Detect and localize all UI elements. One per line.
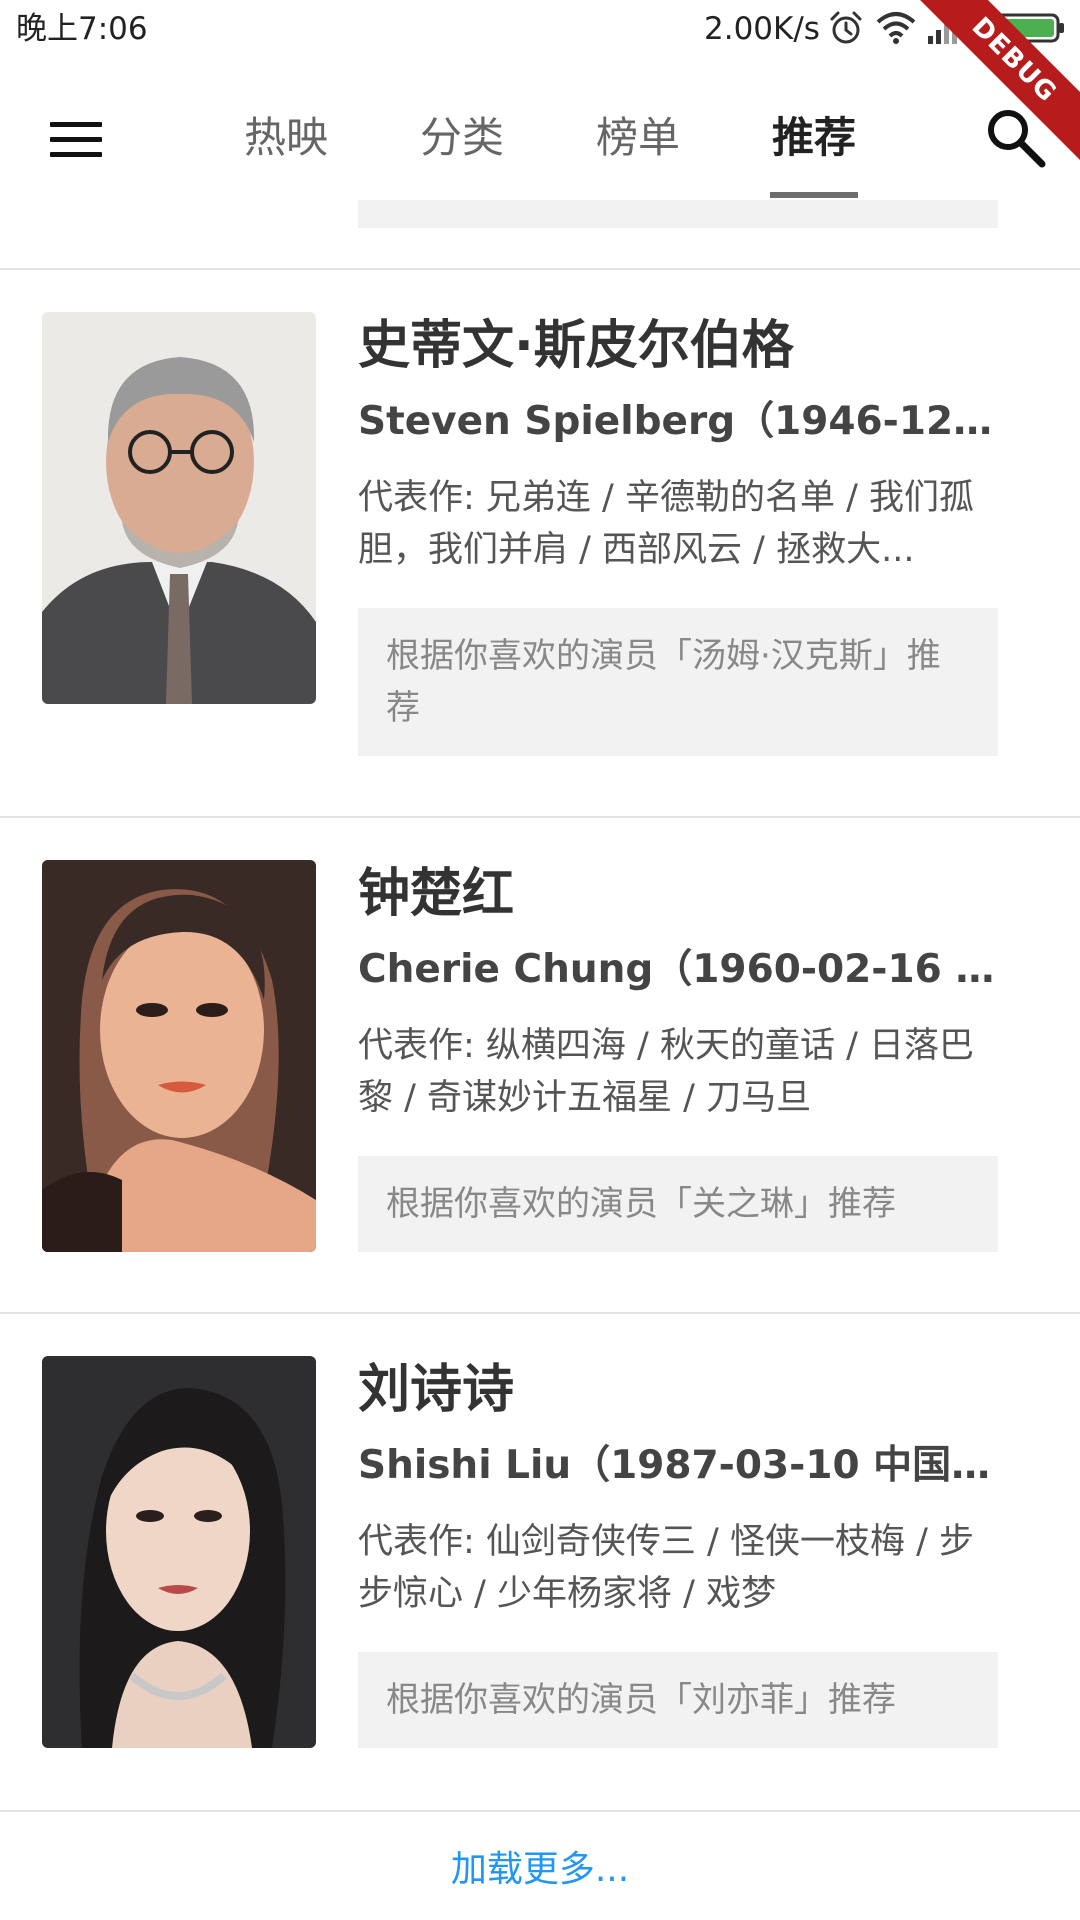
representative-works: 代表作: 兄弟连 / 辛德勒的名单 / 我们孤胆，我们并肩 / 西部风云 / 拯…: [358, 478, 975, 570]
recommendation-reason: 根据你喜欢的演员「汤姆·汉克斯」推荐: [358, 608, 998, 756]
actor-info: 史蒂文·斯皮尔伯格 Steven Spielberg（1946-12-1... …: [358, 310, 998, 756]
tab-rankings[interactable]: 榜单: [578, 90, 698, 186]
status-bar: 晚上7:06 2.00K/s: [0, 0, 1080, 60]
app-bar: 热映 分类 榜单 推荐: [0, 60, 1080, 200]
actor-photo: [42, 312, 316, 704]
actor-name-en: Shishi Liu（1987-03-10 中国,...: [358, 1443, 998, 1488]
divider: [0, 816, 1080, 818]
network-speed: 2.00K/s: [704, 11, 820, 47]
actor-photo: [42, 860, 316, 1252]
alarm-icon: [830, 11, 862, 44]
divider: [0, 1312, 1080, 1314]
app-screen: 晚上7:06 2.00K/s 热映 分类 榜单 推荐 DEBUG 史蒂文·斯皮尔…: [0, 0, 1080, 1920]
recommendation-reason: 根据你喜欢的演员「关之琳」推荐: [358, 1156, 998, 1252]
list-item[interactable]: 史蒂文·斯皮尔伯格 Steven Spielberg（1946-12-1... …: [0, 310, 1080, 756]
recommendation-list[interactable]: 史蒂文·斯皮尔伯格 Steven Spielberg（1946-12-1... …: [0, 200, 1080, 1920]
actor-name-cn: 刘诗诗: [358, 1360, 515, 1420]
actor-name-en: Cherie Chung（1960-02-16 中...: [358, 947, 998, 992]
list-item[interactable]: 钟楚红 Cherie Chung（1960-02-16 中... 代表作: 纵横…: [0, 858, 1080, 1258]
actor-info: 刘诗诗 Shishi Liu（1987-03-10 中国,... 代表作: 仙剑…: [358, 1354, 998, 1748]
tab-indicator: [770, 192, 858, 198]
load-more-button[interactable]: 加载更多...: [0, 1840, 1080, 1900]
actor-name-cn: 钟楚红: [358, 864, 515, 924]
representative-works: 代表作: 纵横四海 / 秋天的童话 / 日落巴黎 / 奇谋妙计五福星 / 刀马旦: [358, 1026, 975, 1118]
actor-photo: [42, 1356, 316, 1748]
hamburger-menu-icon[interactable]: [38, 102, 114, 178]
status-time: 晚上7:06: [16, 11, 148, 47]
recommendation-reason: 根据你喜欢的演员「刘亦菲」推荐: [358, 1652, 998, 1748]
actor-name-cn: 史蒂文·斯皮尔伯格: [358, 316, 794, 376]
wifi-icon: [876, 12, 916, 44]
tab-now-showing[interactable]: 热映: [226, 90, 346, 186]
list-item[interactable]: 刘诗诗 Shishi Liu（1987-03-10 中国,... 代表作: 仙剑…: [0, 1354, 1080, 1754]
divider: [0, 1810, 1080, 1812]
previous-card-reason-tail: [358, 200, 998, 228]
tab-recommended[interactable]: 推荐: [754, 90, 874, 186]
actor-name-en: Steven Spielberg（1946-12-1...: [358, 399, 998, 444]
tab-categories[interactable]: 分类: [402, 90, 522, 186]
representative-works: 代表作: 仙剑奇侠传三 / 怪侠一枝梅 / 步步惊心 / 少年杨家将 / 戏梦: [358, 1522, 975, 1614]
actor-info: 钟楚红 Cherie Chung（1960-02-16 中... 代表作: 纵横…: [358, 858, 998, 1252]
divider: [0, 268, 1080, 270]
